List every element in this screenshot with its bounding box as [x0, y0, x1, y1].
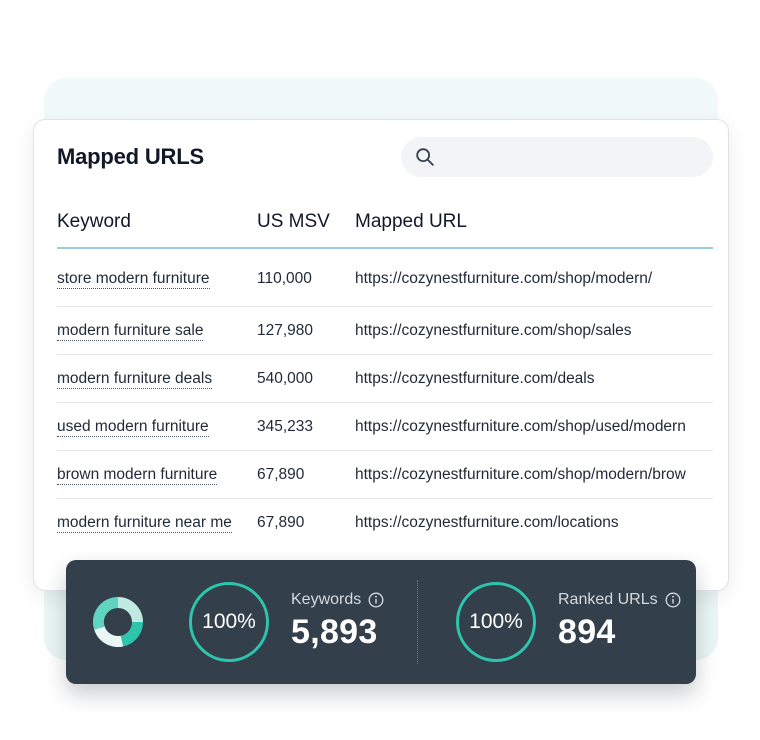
keyword-link[interactable]: store modern furniture [57, 269, 210, 289]
table-row: modern furniture near me 67,890 https://… [57, 499, 713, 547]
keyword-link[interactable]: modern furniture sale [57, 321, 204, 341]
info-icon[interactable] [368, 592, 384, 608]
stats-divider [417, 580, 418, 664]
keyword-link[interactable]: modern furniture near me [57, 513, 232, 533]
ranked-urls-value: 894 [558, 613, 616, 651]
url-cell: https://cozynestfurniture.com/deals [355, 354, 713, 403]
url-cell: https://cozynestfurniture.com/locations [355, 513, 619, 531]
url-cell: https://cozynestfurniture.com/shop/moder… [355, 450, 713, 499]
keywords-value: 5,893 [291, 613, 378, 651]
ranked-urls-label: Ranked URLs [558, 591, 658, 608]
keyword-link[interactable]: used modern furniture [57, 417, 209, 437]
url-cell: https://cozynestfurniture.com/shop/moder… [355, 248, 713, 307]
keywords-label-group: Keywords [291, 591, 384, 609]
keyword-link[interactable]: brown modern furniture [57, 465, 218, 485]
ranked-urls-progress-ring: 100% [456, 582, 536, 662]
info-icon[interactable] [665, 592, 681, 608]
column-header-us-msv[interactable]: US MSV [257, 196, 355, 249]
table-row: used modern furniture 345,233 https://co… [57, 402, 713, 451]
msv-cell: 67,890 [257, 450, 355, 499]
ranked-urls-percent: 100% [469, 610, 523, 633]
keywords-percent: 100% [202, 610, 256, 633]
donut-chart-icon [93, 597, 143, 647]
keyword-link[interactable]: modern furniture deals [57, 369, 213, 389]
card-title: Mapped URLS [57, 144, 204, 169]
table-row: modern furniture sale 127,980 https://co… [57, 306, 713, 355]
column-header-keyword[interactable]: Keyword [57, 196, 257, 249]
search-input[interactable] [444, 136, 697, 178]
url-cell: https://cozynestfurniture.com/shop/sales [355, 306, 713, 355]
search-bar[interactable] [401, 136, 713, 178]
stats-bar: 100% Keywords 5,893 100% Ranked URLs 894 [66, 560, 696, 684]
mapped-urls-table: Keyword US MSV Mapped URL store modern f… [57, 196, 713, 546]
msv-cell: 345,233 [257, 402, 355, 451]
msv-cell: 67,890 [257, 513, 305, 531]
table-row: modern furniture deals 540,000 https://c… [57, 354, 713, 403]
search-icon[interactable] [414, 146, 436, 168]
msv-cell: 127,980 [257, 306, 355, 355]
table-header-row: Keyword US MSV Mapped URL [57, 196, 713, 249]
msv-cell: 110,000 [257, 248, 355, 307]
url-cell: https://cozynestfurniture.com/shop/used/… [355, 402, 713, 451]
table-row: brown modern furniture 67,890 https://co… [57, 450, 713, 499]
ranked-urls-label-group: Ranked URLs [558, 591, 681, 609]
table-row: store modern furniture 110,000 https://c… [57, 248, 713, 307]
msv-cell: 540,000 [257, 354, 355, 403]
column-header-mapped-url[interactable]: Mapped URL [355, 196, 713, 249]
keywords-progress-ring: 100% [189, 582, 269, 662]
keywords-label: Keywords [291, 591, 362, 608]
mapped-urls-card: Mapped URLS Keyword US MSV Mapped URL st… [33, 119, 729, 591]
